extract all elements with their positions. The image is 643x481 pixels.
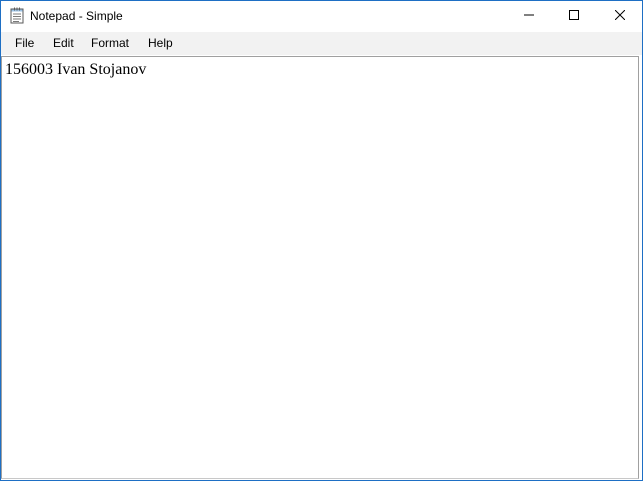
maximize-button[interactable] [551, 1, 596, 31]
menu-format[interactable]: Format [91, 36, 129, 50]
notepad-icon [10, 7, 24, 24]
window-title: Notepad - Simple [30, 9, 123, 23]
minimize-icon [523, 7, 534, 25]
title-bar[interactable]: Notepad - Simple [1, 1, 642, 31]
close-button[interactable] [597, 1, 642, 31]
menu-bar: File Edit Format Help [1, 32, 642, 55]
menu-edit[interactable]: Edit [53, 36, 74, 50]
minimize-button[interactable] [506, 1, 551, 31]
close-icon [614, 7, 625, 25]
menu-help[interactable]: Help [148, 36, 173, 50]
menu-file[interactable]: File [15, 36, 34, 50]
maximize-icon [568, 7, 579, 25]
editor-content[interactable]: 156003 Ivan Stojanov [5, 61, 146, 79]
text-editor-area[interactable]: 156003 Ivan Stojanov [1, 56, 639, 479]
notepad-window: Notepad - Simple File Edit Format Help 1… [0, 0, 643, 481]
